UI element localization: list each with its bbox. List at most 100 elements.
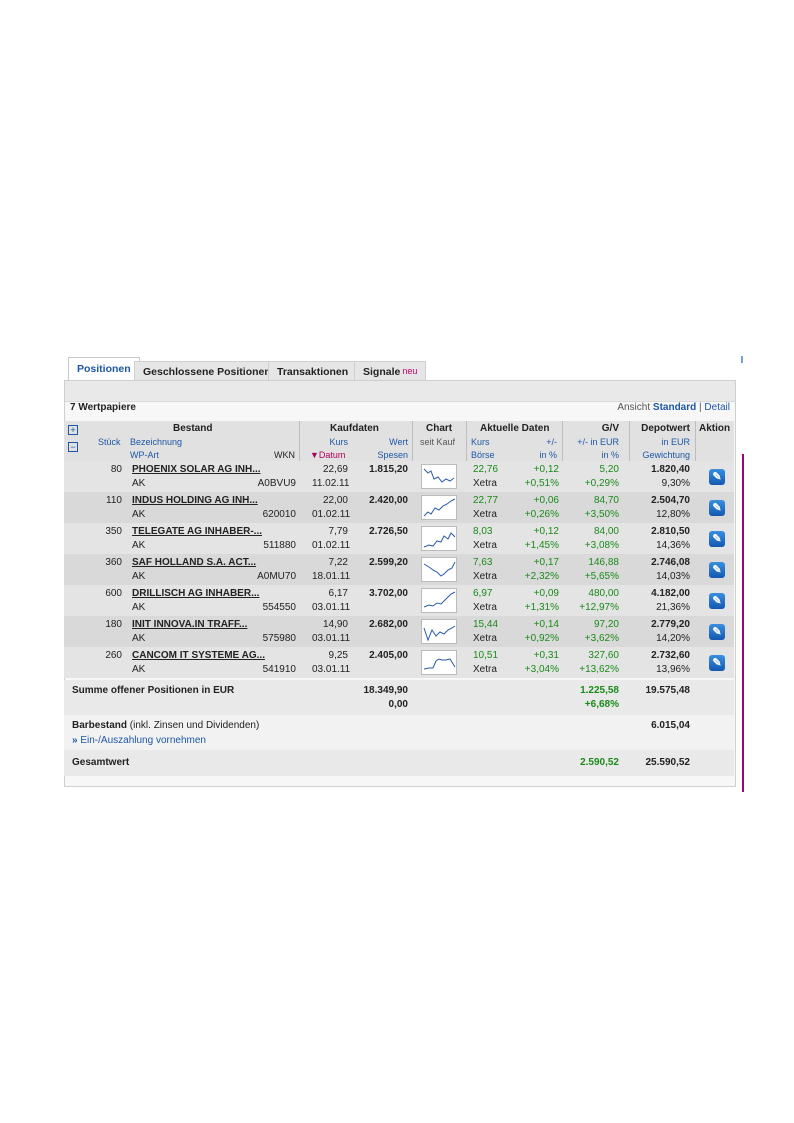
gv-eur: 5,20 (599, 464, 619, 475)
edit-icon[interactable]: ✎ (709, 624, 725, 640)
header-in-pct[interactable]: in % (522, 450, 557, 460)
wp-art: AK (132, 633, 146, 644)
header-kurs[interactable]: Kurs (310, 437, 348, 447)
scrollbar-track[interactable] (742, 454, 744, 792)
edit-icon[interactable]: ✎ (709, 593, 725, 609)
stueck: 260 (105, 650, 122, 661)
edge-marker (741, 356, 743, 363)
security-name-link[interactable]: CANCOM IT SYSTEME AG... (132, 650, 265, 661)
header-wkn[interactable]: WKN (274, 450, 295, 460)
wp-art: AK (132, 540, 146, 551)
tab-transaktionen[interactable]: Transaktionen (268, 361, 358, 381)
security-name-link[interactable]: DRILLISCH AG INHABER... (132, 588, 259, 599)
kauf-wert: 2.682,00 (369, 619, 408, 630)
gewichtung: 14,36% (656, 540, 690, 551)
akt-plusminus: +0,06 (533, 495, 559, 506)
gewichtung: 21,36% (656, 602, 690, 613)
header-gv-eur[interactable]: +/- in EUR (562, 437, 619, 447)
akt-plusminus: +0,12 (533, 464, 559, 475)
mini-chart[interactable] (421, 464, 457, 489)
header-aktuelle-daten: Aktuelle Daten (480, 423, 550, 434)
header-wert[interactable]: Wert (362, 437, 408, 447)
tab-signale[interactable]: Signale neu (354, 361, 427, 381)
header-in-eur[interactable]: in EUR (634, 437, 690, 447)
stueck: 350 (105, 526, 122, 537)
security-name-link[interactable]: PHOENIX SOLAR AG INH... (132, 464, 261, 475)
security-name-link[interactable]: SAF HOLLAND S.A. ACT... (132, 557, 256, 568)
mini-chart[interactable] (421, 650, 457, 675)
header-gewichtung[interactable]: Gewichtung (634, 450, 690, 460)
tab-geschlossene-positionen[interactable]: Geschlossene Positionen (134, 361, 280, 381)
view-standard-link[interactable]: Standard (653, 402, 696, 413)
akt-plusminus: +0,14 (533, 619, 559, 630)
gv-eur: 97,20 (593, 619, 619, 630)
expand-all-icon[interactable]: + (68, 425, 78, 435)
wp-art: AK (132, 664, 146, 675)
kauf-kurs: 9,25 (328, 650, 348, 661)
header-akt-kurs[interactable]: Kurs (471, 437, 490, 447)
mini-chart[interactable] (421, 526, 457, 551)
deposit-withdraw-link[interactable]: » Ein-/Auszahlung vornehmen (72, 735, 206, 746)
header-datum[interactable]: ▼Datum (310, 450, 345, 460)
deposit-withdraw-label: Ein-/Auszahlung vornehmen (80, 735, 206, 746)
wp-art: AK (132, 571, 146, 582)
header-wp-art[interactable]: WP-Art (130, 450, 159, 460)
edit-icon[interactable]: ✎ (709, 655, 725, 671)
header-spesen[interactable]: Spesen (362, 450, 408, 460)
wkn: A0MU70 (257, 571, 296, 582)
header-bezeichnung[interactable]: Bezeichnung (130, 437, 182, 447)
depotwert: 2.779,20 (651, 619, 690, 630)
edit-icon[interactable]: ✎ (709, 562, 725, 578)
header-divider (466, 421, 467, 461)
tab-positionen[interactable]: Positionen (68, 357, 140, 381)
header-plusminus[interactable]: +/- (522, 437, 557, 447)
edit-icon[interactable]: ✎ (709, 500, 725, 516)
gv-eur: 84,00 (593, 526, 619, 537)
header-gv: G/V (601, 423, 619, 434)
edit-icon[interactable]: ✎ (709, 469, 725, 485)
depotwert: 2.746,08 (651, 557, 690, 568)
akt-plusminus: +0,09 (533, 588, 559, 599)
mini-chart[interactable] (421, 495, 457, 520)
sparkline-icon (423, 658, 456, 670)
kauf-datum: 18.01.11 (312, 571, 351, 582)
header-divider (695, 421, 696, 461)
wkn: 511880 (263, 540, 296, 551)
akt-pct: +0,51% (524, 478, 559, 489)
gewichtung: 9,30% (661, 478, 690, 489)
cash-row: Barbestand (inkl. Zinsen und Dividenden)… (64, 715, 734, 751)
mini-chart[interactable] (421, 557, 457, 582)
header-stueck[interactable]: Stück (98, 437, 121, 447)
security-name-link[interactable]: INDUS HOLDING AG INH... (132, 495, 258, 506)
gv-eur: 84,70 (593, 495, 619, 506)
stueck: 360 (105, 557, 122, 568)
summary-depotwert: 19.575,48 (645, 685, 691, 696)
kauf-datum: 01.02.11 (312, 509, 351, 520)
akt-kurs: 8,03 (473, 526, 493, 537)
edit-icon[interactable]: ✎ (709, 531, 725, 547)
security-name-link[interactable]: TELEGATE AG INHABER-... (132, 526, 262, 537)
summary-wert: 18.349,90 (363, 685, 409, 696)
security-name-link[interactable]: INIT INNOVA.IN TRAFF... (132, 619, 247, 630)
header-boerse[interactable]: Börse (471, 450, 495, 460)
header-divider (412, 421, 413, 461)
cash-note: (inkl. Zinsen und Dividenden) (129, 720, 260, 731)
total-gv-eur: 2.590,52 (580, 757, 619, 768)
boerse: Xetra (473, 571, 497, 582)
wp-art: AK (132, 509, 146, 520)
view-detail-link[interactable]: Detail (704, 402, 730, 413)
header-depotwert: Depotwert (641, 423, 690, 434)
gv-pct: +3,50% (584, 509, 619, 520)
collapse-all-icon[interactable]: − (68, 442, 78, 452)
mini-chart[interactable] (421, 619, 457, 644)
gv-pct: +3,08% (584, 540, 619, 551)
kauf-wert: 2.420,00 (369, 495, 408, 506)
header-gv-pct[interactable]: in % (572, 450, 619, 460)
gv-eur: 327,60 (588, 650, 619, 661)
kauf-kurs: 22,00 (322, 495, 348, 506)
mini-chart[interactable] (421, 588, 457, 613)
securities-count: 7 Wertpapiere (70, 402, 136, 413)
depot-screenshot: Positionen Geschlossene Positionen Trans… (62, 357, 736, 793)
tab-label: Positionen (77, 363, 131, 375)
depotwert: 2.810,50 (651, 526, 690, 537)
